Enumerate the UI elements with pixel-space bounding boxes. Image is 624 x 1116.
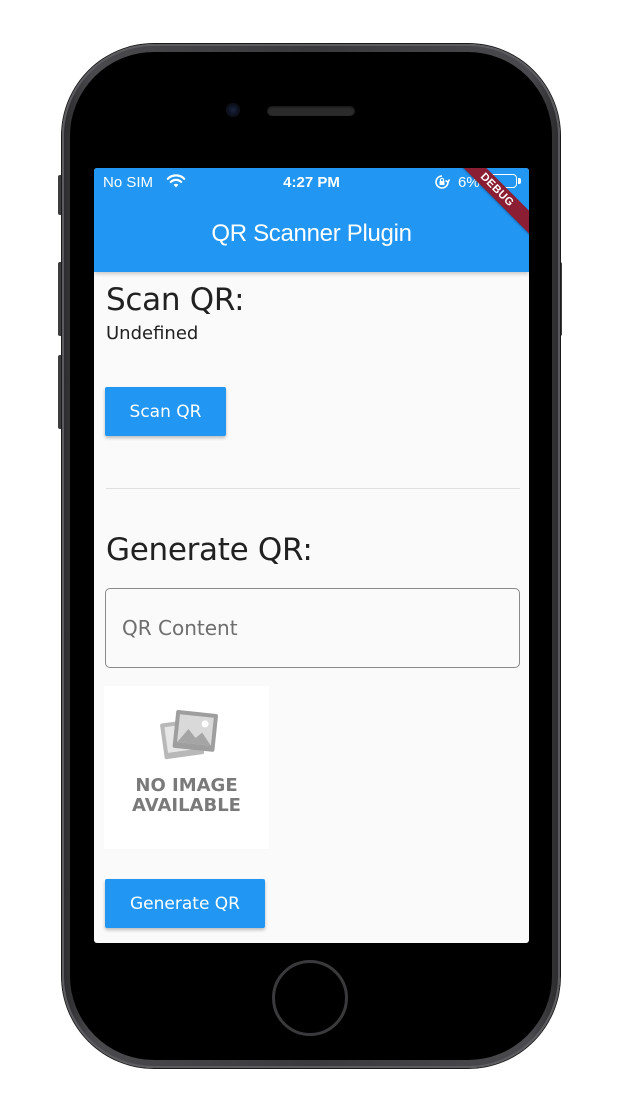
earpiece-speaker bbox=[267, 106, 355, 116]
image-placeholder-icon bbox=[156, 708, 220, 771]
generate-qr-button[interactable]: Generate QR bbox=[105, 879, 265, 928]
no-image-label: NO IMAGE AVAILABLE bbox=[104, 776, 269, 816]
app-title: QR Scanner Plugin bbox=[211, 220, 412, 247]
scan-section-title: Scan QR: bbox=[106, 282, 245, 318]
app-bar: No SIM 4:27 PM 6% QR Scanner Plugin DEBU… bbox=[94, 168, 529, 272]
battery-tip bbox=[518, 178, 521, 184]
home-button[interactable] bbox=[272, 960, 348, 1036]
device-frame-stage: No SIM 4:27 PM 6% QR Scanner Plugin DEBU… bbox=[0, 0, 624, 1116]
app-screen: No SIM 4:27 PM 6% QR Scanner Plugin DEBU… bbox=[94, 168, 529, 943]
generate-section-title: Generate QR: bbox=[106, 532, 313, 568]
no-image-line-1: NO IMAGE bbox=[135, 775, 238, 796]
orientation-lock-icon bbox=[434, 174, 451, 194]
no-image-line-2: AVAILABLE bbox=[132, 795, 241, 816]
section-divider bbox=[106, 488, 520, 489]
scan-qr-button[interactable]: Scan QR bbox=[105, 387, 226, 436]
qr-content-input[interactable] bbox=[105, 588, 520, 668]
front-camera bbox=[226, 103, 240, 117]
qr-image-placeholder: NO IMAGE AVAILABLE bbox=[104, 686, 269, 849]
scan-result-text: Undefined bbox=[106, 323, 199, 344]
status-bar: No SIM 4:27 PM 6% bbox=[94, 168, 529, 196]
